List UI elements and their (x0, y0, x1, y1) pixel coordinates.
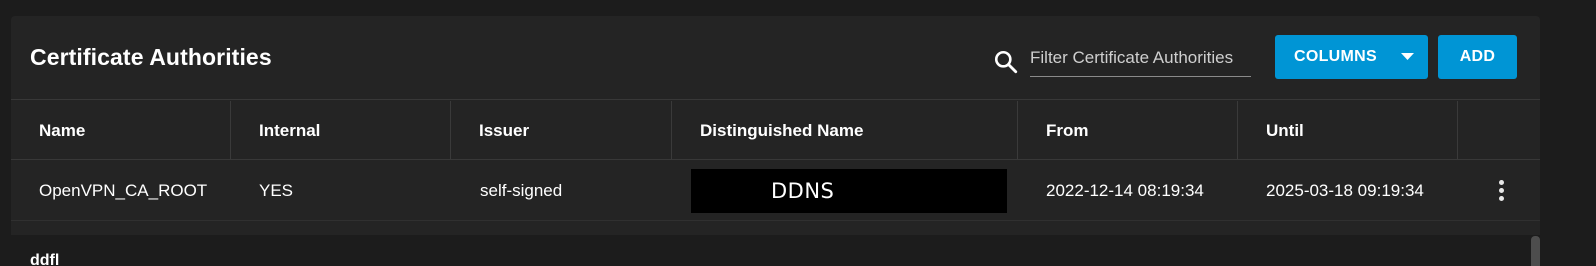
column-header-until[interactable]: Until (1238, 101, 1457, 160)
cell-issuer: self-signed (480, 181, 563, 200)
column-header-internal[interactable]: Internal (231, 101, 450, 160)
cell-name: OpenVPN_CA_ROOT (39, 181, 208, 200)
columns-button[interactable]: COLUMNS (1275, 35, 1428, 79)
column-header-issuer[interactable]: Issuer (451, 101, 671, 160)
cell-internal: YES (259, 181, 294, 200)
column-header-from[interactable]: From (1018, 101, 1237, 160)
column-divider[interactable] (1457, 101, 1458, 159)
column-header-name[interactable]: Name (11, 101, 230, 160)
caret-down-icon (1401, 53, 1414, 60)
certificate-authorities-card: Certificate Authorities COLUMNS ADD Name… (11, 16, 1540, 235)
columns-button-label: COLUMNS (1294, 48, 1377, 65)
page-title: Certificate Authorities (30, 44, 272, 70)
filter-input[interactable] (1030, 43, 1251, 77)
table-header: Name Internal Issuer Distinguished Name … (11, 101, 1540, 160)
row-actions-menu-icon[interactable] (1489, 175, 1513, 205)
cell-until: 2025-03-18 09:19:34 (1266, 181, 1424, 200)
table-row[interactable]: OpenVPN_CA_ROOT YES self-signed DDNS 202… (11, 161, 1540, 221)
cell-from: 2022-12-14 08:19:34 (1046, 181, 1204, 200)
cell-distinguished-name: DDNS (691, 169, 1007, 213)
next-card-title: ddfl (30, 252, 60, 266)
search-icon (994, 50, 1018, 74)
scrollbar-thumb[interactable] (1531, 236, 1540, 266)
column-header-distinguished-name[interactable]: Distinguished Name (672, 101, 1017, 160)
card-header: Certificate Authorities COLUMNS ADD (11, 16, 1540, 100)
add-button[interactable]: ADD (1438, 35, 1517, 79)
